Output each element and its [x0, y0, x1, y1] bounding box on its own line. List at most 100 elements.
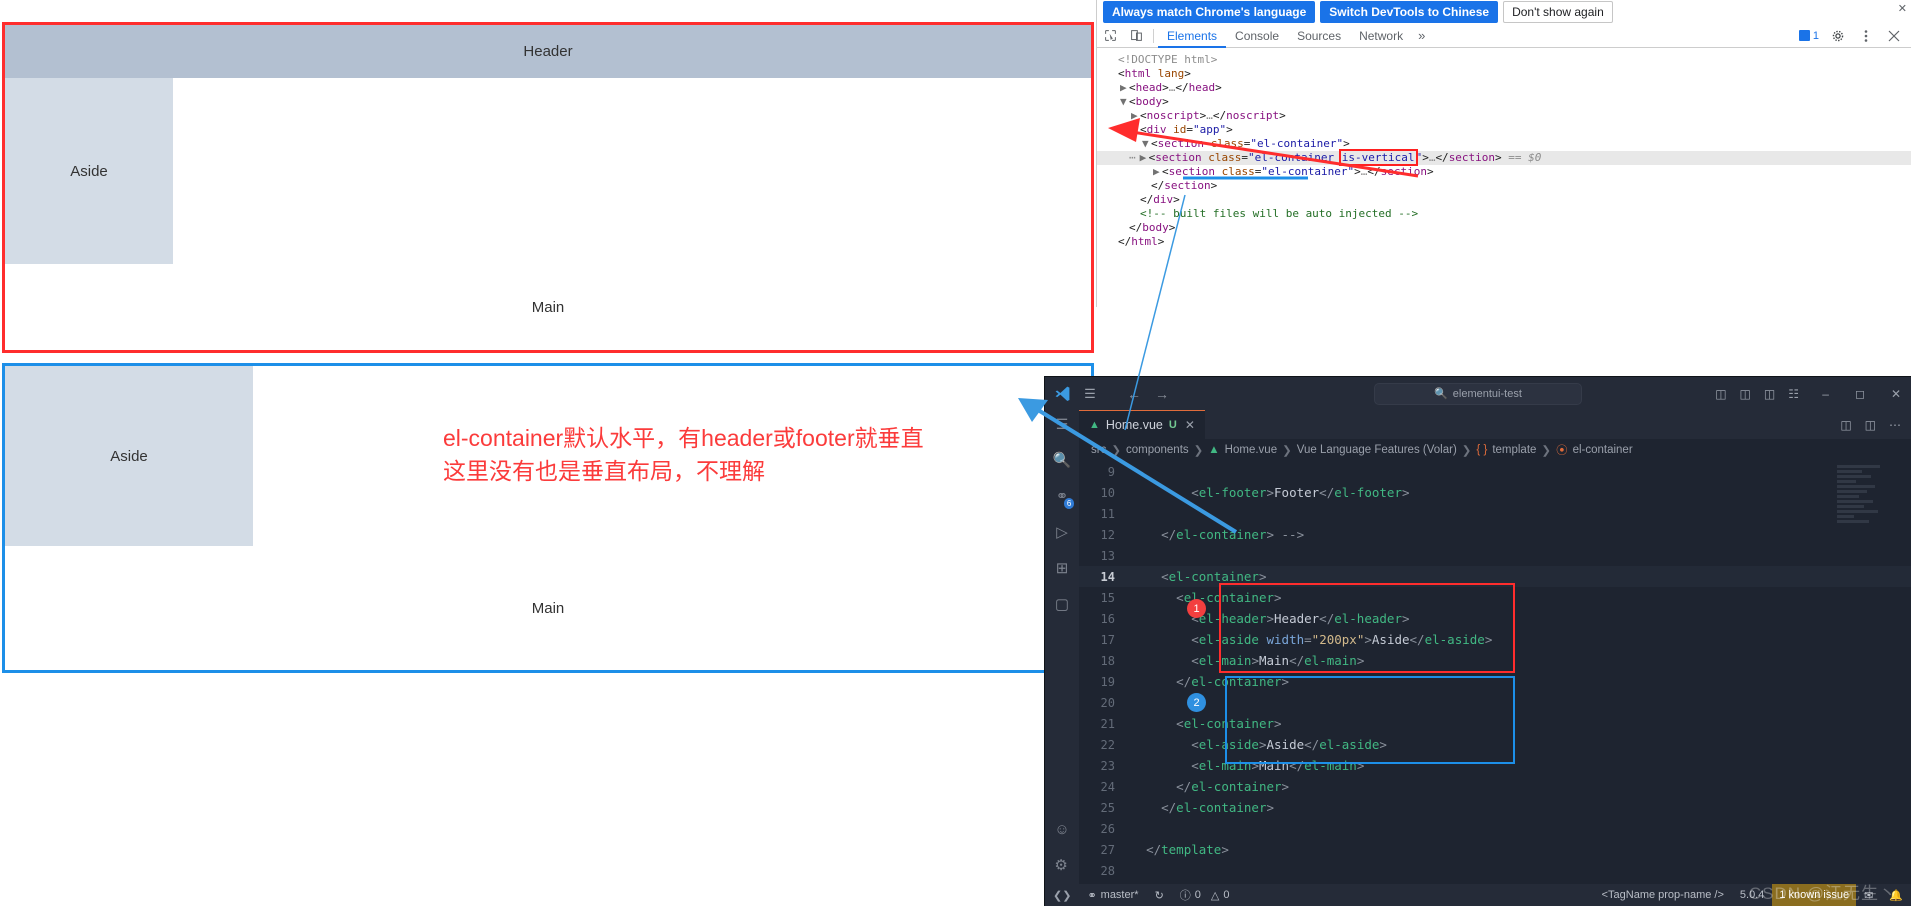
code-line[interactable]: 18 <el-main>Main</el-main>: [1079, 650, 1911, 671]
maximize-icon[interactable]: ◻: [1855, 387, 1865, 401]
notifications-bell-icon[interactable]: 🔔: [1881, 884, 1911, 906]
source-control-icon[interactable]: ⚭6: [1056, 487, 1069, 505]
dom-tree-line[interactable]: ▶<noscript>…</noscript>: [1097, 109, 1911, 123]
code-line[interactable]: 28: [1079, 860, 1911, 881]
arrow-left-icon[interactable]: ←: [1127, 386, 1141, 402]
code-line[interactable]: 25 </el-container>: [1079, 797, 1911, 818]
split-editor-icon[interactable]: ◫: [1840, 418, 1851, 432]
dom-tree-line[interactable]: <!-- built files will be auto injected -…: [1097, 207, 1911, 221]
tab-console[interactable]: Console: [1226, 24, 1288, 48]
open-changes-icon[interactable]: ◫: [1865, 418, 1876, 432]
arrow-right-icon[interactable]: →: [1155, 386, 1169, 402]
switch-devtools-to-chinese-button[interactable]: Switch DevTools to Chinese: [1320, 1, 1498, 23]
dom-tree-line[interactable]: <!DOCTYPE html>: [1097, 53, 1911, 67]
dom-tree-line[interactable]: </section>: [1097, 179, 1911, 193]
code-line[interactable]: 11: [1079, 503, 1911, 524]
status-tag-hint[interactable]: <TagName prop-name />: [1594, 884, 1732, 906]
code-lines[interactable]: 910 <el-footer>Footer</el-footer>1112 </…: [1079, 461, 1911, 884]
code-line[interactable]: 10 <el-footer>Footer</el-footer>: [1079, 482, 1911, 503]
toggle-primary-sidebar-icon[interactable]: ◫: [1715, 387, 1726, 401]
breadcrumb-item-src[interactable]: src: [1091, 444, 1106, 456]
el-aside-block-1: Aside: [5, 78, 173, 264]
el-aside-block-2: Aside: [5, 366, 253, 546]
status-problems[interactable]: ⓘ 0 △ 0: [1172, 884, 1238, 906]
issues-counter[interactable]: 1: [1795, 29, 1823, 43]
dom-tree-line[interactable]: ▶<section class="el-container">…</sectio…: [1097, 165, 1911, 179]
code-line[interactable]: 17 <el-aside width="200px">Aside</el-asi…: [1079, 629, 1911, 650]
dom-tree-line[interactable]: </div>: [1097, 193, 1911, 207]
dom-tree-line[interactable]: ▼<section class="el-container">: [1097, 137, 1911, 151]
device-toolbar-icon[interactable]: [1123, 25, 1149, 47]
sync-icon[interactable]: ↻: [1147, 884, 1172, 906]
status-version[interactable]: 5.0.4: [1732, 884, 1772, 906]
breadcrumb-item-file[interactable]: Home.vue: [1225, 444, 1277, 456]
inspect-cursor-icon[interactable]: [1097, 25, 1123, 47]
el-header-label: Header: [523, 43, 572, 60]
dom-tree-line[interactable]: ▼<div id="app">: [1097, 123, 1911, 137]
run-and-debug-icon[interactable]: ▷: [1056, 523, 1068, 541]
code-line[interactable]: 19 </el-container>: [1079, 671, 1911, 692]
dom-tree-line[interactable]: </html>: [1097, 235, 1911, 249]
settings-gear-icon[interactable]: ⚙: [1054, 856, 1069, 874]
minimize-icon[interactable]: –: [1822, 387, 1829, 401]
dom-tree-line[interactable]: </body>: [1097, 221, 1911, 235]
status-known-issue[interactable]: 1 known issue: [1772, 884, 1856, 906]
code-line[interactable]: 27 </template>: [1079, 839, 1911, 860]
dom-tree-line[interactable]: ▶<head>…</head>: [1097, 81, 1911, 95]
dom-tree-line[interactable]: ▼<body>: [1097, 95, 1911, 109]
breadcrumb-item-el-container[interactable]: el-container: [1573, 444, 1633, 456]
code-line[interactable]: 12 </el-container> -->: [1079, 524, 1911, 545]
extensions-icon[interactable]: ⊞: [1056, 559, 1069, 577]
breadcrumb-item-components[interactable]: components: [1126, 444, 1189, 456]
toggle-panel-icon[interactable]: ◫: [1740, 387, 1751, 401]
feedback-icon[interactable]: ✉: [1856, 884, 1881, 906]
line-number: 14: [1079, 567, 1131, 588]
tab-label: Home.vue: [1106, 418, 1163, 432]
chevron-double-right-icon[interactable]: »: [1412, 28, 1431, 43]
search-input[interactable]: 🔍 elementui-test: [1374, 383, 1582, 405]
code-line[interactable]: 9: [1079, 461, 1911, 482]
always-match-chrome-language-button[interactable]: Always match Chrome's language: [1103, 1, 1315, 23]
code-line[interactable]: 24 </el-container>: [1079, 776, 1911, 797]
dont-show-again-button[interactable]: Don't show again: [1503, 1, 1613, 23]
tab-network[interactable]: Network: [1350, 24, 1412, 48]
breadcrumb-item-template[interactable]: template: [1492, 444, 1536, 456]
code-line[interactable]: 23 <el-main>Main</el-main>: [1079, 755, 1911, 776]
code-line[interactable]: 26: [1079, 818, 1911, 839]
source-control-branch-icon: ⚭: [1087, 889, 1096, 902]
close-icon[interactable]: ✕: [1898, 2, 1907, 15]
minimap[interactable]: [1837, 465, 1899, 880]
close-icon[interactable]: [1881, 25, 1907, 47]
search-icon[interactable]: 🔍: [1053, 451, 1072, 469]
remote-explorer-icon[interactable]: ▢: [1055, 595, 1069, 613]
more-vertical-icon[interactable]: [1853, 25, 1879, 47]
dom-tree-line[interactable]: ⋯▶<section class="el-container is-vertic…: [1097, 151, 1911, 165]
close-icon[interactable]: ✕: [1185, 418, 1195, 432]
breadcrumb-item-volar[interactable]: Vue Language Features (Volar): [1297, 444, 1457, 456]
tab-sources[interactable]: Sources: [1288, 24, 1350, 48]
status-branch[interactable]: ⚭ master*: [1079, 884, 1146, 906]
vscode-window: ☰ ← → 🔍 elementui-test ◫ ◫ ◫ ☷ – ◻ ✕ ☰: [1045, 377, 1911, 906]
customize-layout-icon[interactable]: ☷: [1788, 387, 1799, 401]
accounts-icon[interactable]: ☺: [1054, 821, 1069, 838]
devtools-toolbar-right: 1: [1795, 25, 1911, 47]
tab-elements[interactable]: Elements: [1158, 24, 1226, 48]
code-line[interactable]: 22 <el-aside>Aside</el-aside>: [1079, 734, 1911, 755]
code-line[interactable]: 14 <el-container>: [1079, 566, 1911, 587]
dom-tree-line[interactable]: <html lang>: [1097, 67, 1911, 81]
browser-page-area: Header Aside Main Aside el-container默认水平…: [0, 0, 1096, 906]
more-actions-icon[interactable]: ⋯: [1889, 418, 1901, 432]
code-line[interactable]: 13: [1079, 545, 1911, 566]
remote-window-icon[interactable]: ❮❯: [1045, 884, 1079, 906]
line-number: 25: [1079, 798, 1131, 819]
dom-tree[interactable]: <!DOCTYPE html><html lang>▶<head>…</head…: [1097, 49, 1911, 307]
explorer-icon[interactable]: ☰: [1056, 416, 1069, 433]
hamburger-menu-icon[interactable]: ☰: [1079, 386, 1101, 402]
gear-icon[interactable]: [1825, 25, 1851, 47]
close-icon[interactable]: ✕: [1891, 387, 1901, 401]
code-editor[interactable]: 910 <el-footer>Footer</el-footer>1112 </…: [1079, 461, 1911, 884]
tab-home-vue[interactable]: ▲ Home.vue U ✕: [1079, 410, 1205, 439]
toggle-secondary-sidebar-icon[interactable]: ◫: [1764, 387, 1775, 401]
toolbar-divider: [1153, 29, 1154, 43]
code-line[interactable]: 21 <el-container>: [1079, 713, 1911, 734]
